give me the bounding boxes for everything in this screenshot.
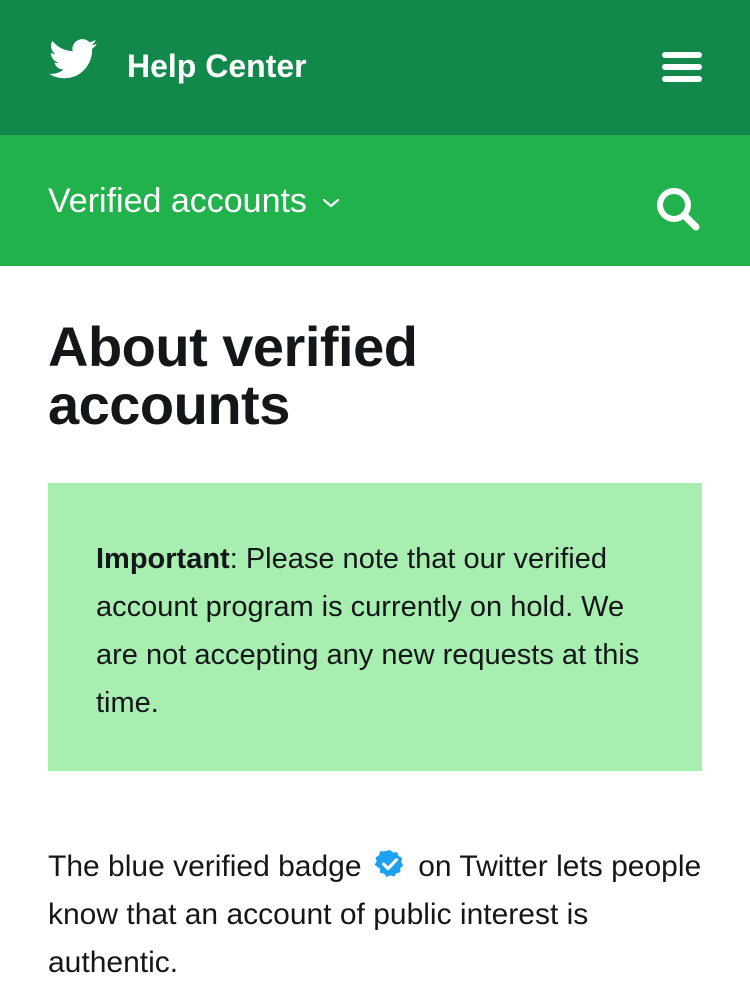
chevron-down-icon bbox=[322, 198, 340, 208]
top-bar: Help Center bbox=[0, 0, 750, 135]
page-title: About verified accounts bbox=[48, 315, 418, 436]
notice-label: Important bbox=[96, 543, 230, 575]
section-dropdown[interactable]: Verified accounts bbox=[48, 178, 341, 224]
section-dropdown-label: Verified accounts bbox=[48, 182, 307, 220]
intro-paragraph: The blue verified badge on Twitter lets … bbox=[48, 843, 708, 987]
hamburger-menu-icon[interactable] bbox=[660, 48, 704, 86]
search-icon[interactable] bbox=[652, 183, 702, 233]
intro-text-before-badge: The blue verified badge bbox=[48, 850, 362, 883]
help-center-title[interactable]: Help Center bbox=[127, 46, 307, 86]
twitter-bird-icon[interactable] bbox=[49, 39, 97, 79]
verified-badge-icon bbox=[374, 850, 404, 877]
important-notice: Important: Please note that our verified… bbox=[48, 483, 702, 771]
